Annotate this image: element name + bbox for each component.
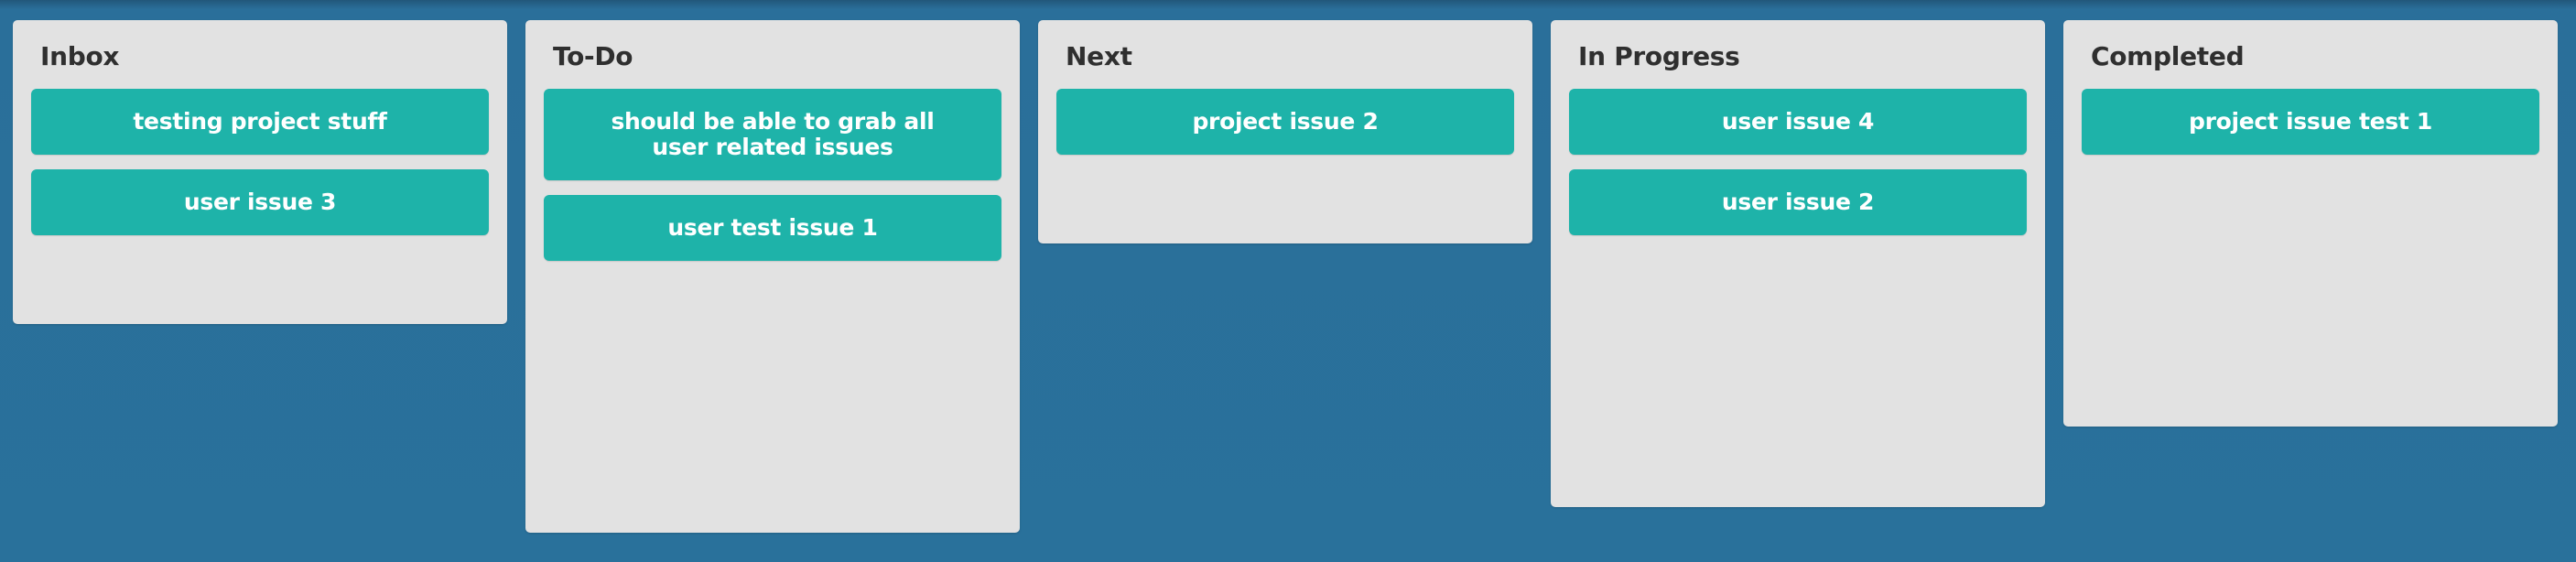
card-list: testing project stuff user issue 3 — [31, 89, 489, 235]
issue-card[interactable]: project issue 2 — [1056, 89, 1514, 155]
column-inbox: Inbox testing project stuff user issue 3 — [13, 20, 507, 324]
issue-card[interactable]: testing project stuff — [31, 89, 489, 155]
column-title: Completed — [2091, 41, 2245, 71]
column-in-progress: In Progress user issue 4 user issue 2 — [1551, 20, 2045, 507]
card-list: project issue 2 — [1056, 89, 1514, 155]
issue-card[interactable]: user issue 4 — [1569, 89, 2027, 155]
column-title: To-Do — [553, 41, 633, 71]
column-title: Inbox — [40, 41, 120, 71]
column-title: In Progress — [1578, 41, 1740, 71]
kanban-board: Inbox testing project stuff user issue 3… — [0, 0, 2576, 562]
issue-card[interactable]: should be able to grab all user related … — [544, 89, 1001, 180]
issue-card[interactable]: user issue 2 — [1569, 169, 2027, 235]
card-list: user issue 4 user issue 2 — [1569, 89, 2027, 235]
column-title: Next — [1066, 41, 1132, 71]
issue-card[interactable]: user issue 3 — [31, 169, 489, 235]
column-next: Next project issue 2 — [1038, 20, 1532, 243]
column-to-do: To-Do should be able to grab all user re… — [525, 20, 1020, 533]
column-completed: Completed project issue test 1 — [2063, 20, 2558, 427]
card-list: should be able to grab all user related … — [544, 89, 1001, 261]
card-list: project issue test 1 — [2082, 89, 2539, 155]
issue-card[interactable]: user test issue 1 — [544, 195, 1001, 261]
issue-card[interactable]: project issue test 1 — [2082, 89, 2539, 155]
